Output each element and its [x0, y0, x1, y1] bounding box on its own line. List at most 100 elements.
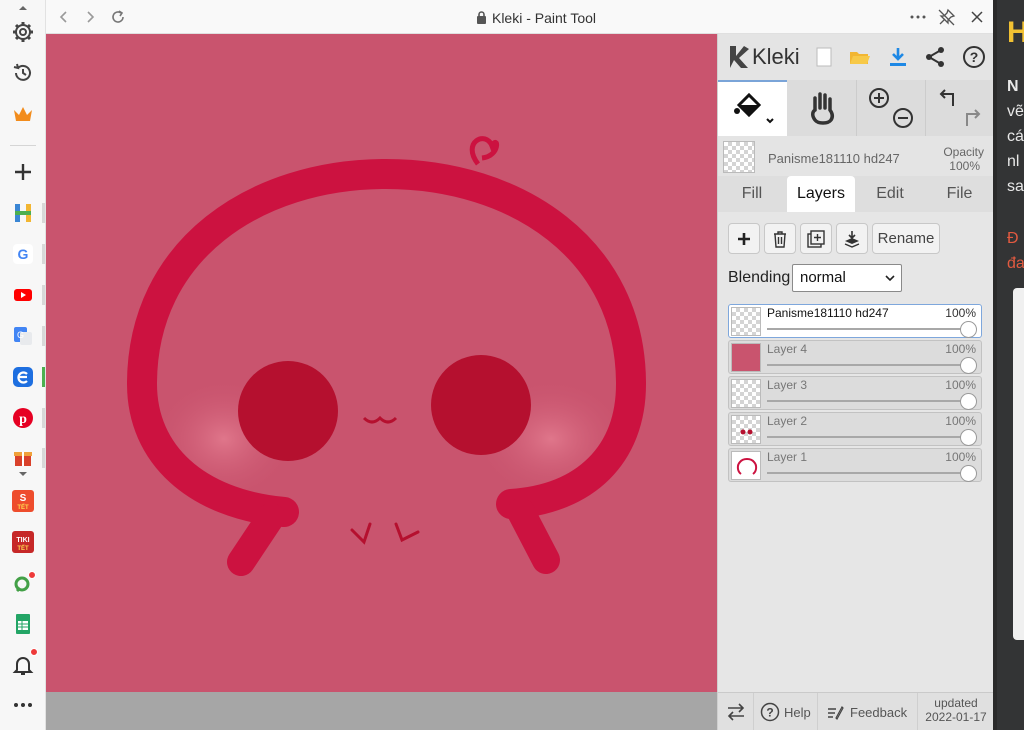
- help-circle-icon[interactable]: ?: [960, 43, 988, 71]
- rename-layer-button[interactable]: Rename: [872, 223, 940, 254]
- merge-down-icon: [844, 230, 860, 248]
- layer-row[interactable]: Panisme181110 hd247 100%: [728, 304, 982, 338]
- zoom-out-icon[interactable]: [893, 108, 913, 128]
- opacity-slider-track[interactable]: [767, 472, 969, 474]
- page-card: [1013, 288, 1024, 640]
- opacity-slider-handle[interactable]: [960, 429, 977, 446]
- fill-tool-button[interactable]: [718, 80, 787, 136]
- reload-icon[interactable]: [108, 7, 128, 27]
- svg-text:p: p: [19, 412, 27, 427]
- opacity-slider-track[interactable]: [767, 364, 969, 366]
- tab-file[interactable]: File: [925, 176, 994, 212]
- share-icon[interactable]: [921, 43, 949, 71]
- layer-row[interactable]: Layer 1 100%: [728, 448, 982, 482]
- new-image-icon[interactable]: [810, 43, 838, 71]
- forward-icon[interactable]: [80, 7, 100, 27]
- opacity-value: 100%: [949, 159, 980, 173]
- svg-text:G: G: [18, 246, 29, 262]
- background-page: H N vẽ cá nl sa Đ đa: [993, 0, 1024, 730]
- notification-dot: [28, 571, 36, 579]
- duplicate-icon: [807, 229, 825, 248]
- tab-edit[interactable]: Edit: [856, 176, 924, 212]
- undo-redo-button[interactable]: [925, 80, 994, 136]
- lock-icon: [476, 11, 487, 27]
- help-button[interactable]: ? Help: [754, 693, 818, 730]
- tab-layers[interactable]: Layers: [787, 176, 855, 212]
- h-app-icon[interactable]: [9, 199, 37, 227]
- close-icon[interactable]: [967, 7, 987, 27]
- pinterest-icon[interactable]: p: [9, 404, 37, 432]
- kleki-logo[interactable]: Kleki: [726, 42, 800, 72]
- updated-info: updated 2022-01-17: [920, 696, 992, 724]
- help-icon: ?: [760, 702, 780, 722]
- opacity-slider-track[interactable]: [767, 436, 969, 438]
- scroll-up-icon[interactable]: [9, 2, 37, 12]
- active-layer-name: Panisme181110 hd247: [768, 151, 900, 166]
- sheets-icon[interactable]: [9, 610, 37, 638]
- shopee-icon[interactable]: S TẾT: [9, 487, 37, 515]
- svg-text:?: ?: [970, 49, 979, 65]
- active-layer-info: Panisme181110 hd247 Opacity 100%: [718, 136, 994, 176]
- more-horizontal-icon[interactable]: [908, 7, 928, 27]
- feedback-button[interactable]: Feedback: [818, 693, 918, 730]
- tab-fill[interactable]: Fill: [718, 176, 786, 212]
- layer-opacity: 100%: [945, 414, 976, 428]
- layer-row[interactable]: Layer 3 100%: [728, 376, 982, 410]
- hand-icon: [810, 92, 834, 125]
- opacity-slider-handle[interactable]: [960, 393, 977, 410]
- hand-tool-button[interactable]: [787, 80, 856, 136]
- zoom-tool-button[interactable]: [856, 80, 925, 136]
- layer-thumbnail: [731, 451, 761, 480]
- panel-footer: ? Help Feedback updated 2022-01-17: [718, 692, 994, 730]
- add-layer-button[interactable]: [728, 223, 760, 254]
- opacity-slider-handle[interactable]: [960, 357, 977, 374]
- unpin-icon[interactable]: [937, 7, 957, 27]
- right-cheek: [431, 355, 531, 455]
- scroll-down-icon[interactable]: [9, 470, 37, 480]
- sidebar-indicator: [42, 326, 45, 346]
- layer-name: Layer 2: [767, 414, 808, 428]
- swap-side-button[interactable]: [718, 693, 754, 730]
- blending-select[interactable]: normal: [792, 264, 902, 292]
- svg-text:S: S: [20, 493, 27, 504]
- e-app-icon[interactable]: [9, 363, 37, 391]
- crown-icon[interactable]: [9, 100, 37, 128]
- browser-toolbar: Kleki - Paint Tool: [46, 0, 998, 34]
- canvas-area[interactable]: [46, 34, 717, 730]
- blending-value: normal: [800, 269, 846, 286]
- more-icon[interactable]: [9, 691, 37, 719]
- gear-icon[interactable]: [9, 18, 37, 46]
- opacity-slider-track[interactable]: [767, 400, 969, 402]
- merge-layer-button[interactable]: [836, 223, 868, 254]
- app-window: G G p S TẾT TIKI TẾT Kleki - Paint Tool …: [0, 0, 1024, 730]
- trash-icon: [774, 230, 786, 248]
- paint-bucket-icon: [733, 92, 774, 124]
- download-icon[interactable]: [884, 43, 912, 71]
- undo-icon[interactable]: [939, 89, 954, 106]
- layer-name: Layer 3: [767, 378, 808, 392]
- sidebar-indicator: [42, 244, 45, 264]
- tiki-icon[interactable]: TIKI TẾT: [9, 528, 37, 556]
- layer-row[interactable]: Layer 4 100%: [728, 340, 982, 374]
- svg-text:TẾT: TẾT: [17, 504, 29, 511]
- layer-thumbnail: [731, 307, 761, 336]
- delete-layer-button[interactable]: [764, 223, 796, 254]
- opacity-slider-handle[interactable]: [960, 321, 977, 338]
- opacity-label: Opacity: [943, 145, 984, 159]
- add-icon[interactable]: [9, 158, 37, 186]
- history-icon[interactable]: [9, 59, 37, 87]
- opacity-slider-track[interactable]: [767, 328, 969, 330]
- duplicate-layer-button[interactable]: [800, 223, 832, 254]
- translate-icon[interactable]: G: [9, 322, 37, 350]
- redo-icon[interactable]: [966, 109, 981, 126]
- zoom-in-icon[interactable]: [869, 88, 889, 108]
- swap-icon: [727, 703, 744, 721]
- layer-row[interactable]: Layer 2 100%: [728, 412, 982, 446]
- back-icon[interactable]: [54, 7, 74, 27]
- youtube-icon[interactable]: [9, 281, 37, 309]
- google-icon[interactable]: G: [9, 240, 37, 268]
- page-text-line: nl: [1007, 153, 1020, 170]
- opacity-slider-handle[interactable]: [960, 465, 977, 482]
- drawing-canvas[interactable]: [46, 34, 717, 692]
- open-folder-icon[interactable]: [846, 43, 874, 71]
